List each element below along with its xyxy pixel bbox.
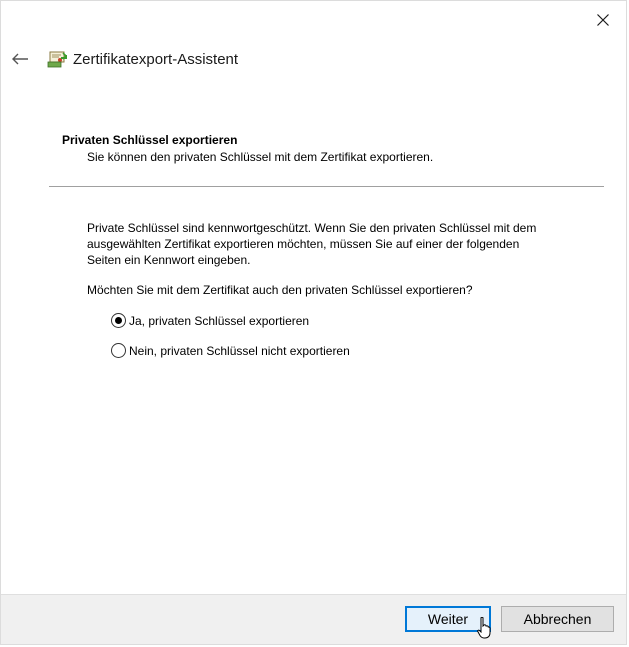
description-line: ausgewählten Zertifikat exportieren möch…: [87, 237, 520, 251]
radio-dot: [115, 317, 122, 324]
description-line: Seiten ein Kennwort eingeben.: [87, 253, 251, 267]
radio-option-export-yes[interactable]: Ja, privaten Schlüssel exportieren: [111, 313, 309, 328]
page-subheading: Sie können den privaten Schlüssel mit de…: [87, 150, 434, 164]
button-footer: Weiter Abbrechen: [1, 594, 626, 644]
mouse-cursor-icon: [477, 617, 491, 639]
back-arrow-icon: [12, 53, 28, 65]
window-title: Zertifikatexport-Assistent: [73, 50, 239, 68]
export-question: Möchten Sie mit dem Zertifikat auch den …: [87, 283, 473, 297]
wizard-header: Zertifikatexport-Assistent: [9, 43, 238, 75]
close-icon: [597, 14, 609, 26]
radio-option-export-no[interactable]: Nein, privaten Schlüssel nicht exportier…: [111, 343, 350, 358]
description-line: Private Schlüssel sind kennwortgeschützt…: [87, 221, 537, 235]
page-heading: Privaten Schlüssel exportieren: [62, 133, 238, 147]
radio-label-yes[interactable]: Ja, privaten Schlüssel exportieren: [129, 314, 309, 328]
wizard-window: Zertifikatexport-Assistent Privaten Schl…: [0, 0, 627, 645]
close-button[interactable]: [588, 5, 618, 35]
certificate-wizard-icon: [47, 51, 67, 68]
radio-button-checked[interactable]: [111, 313, 126, 328]
radio-label-no[interactable]: Nein, privaten Schlüssel nicht exportier…: [129, 344, 350, 358]
cancel-button[interactable]: Abbrechen: [501, 606, 614, 632]
description-text: Private Schlüssel sind kennwortgeschützt…: [87, 220, 577, 268]
header-divider: [49, 186, 604, 187]
radio-button-unchecked[interactable]: [111, 343, 126, 358]
back-button[interactable]: [9, 48, 31, 70]
